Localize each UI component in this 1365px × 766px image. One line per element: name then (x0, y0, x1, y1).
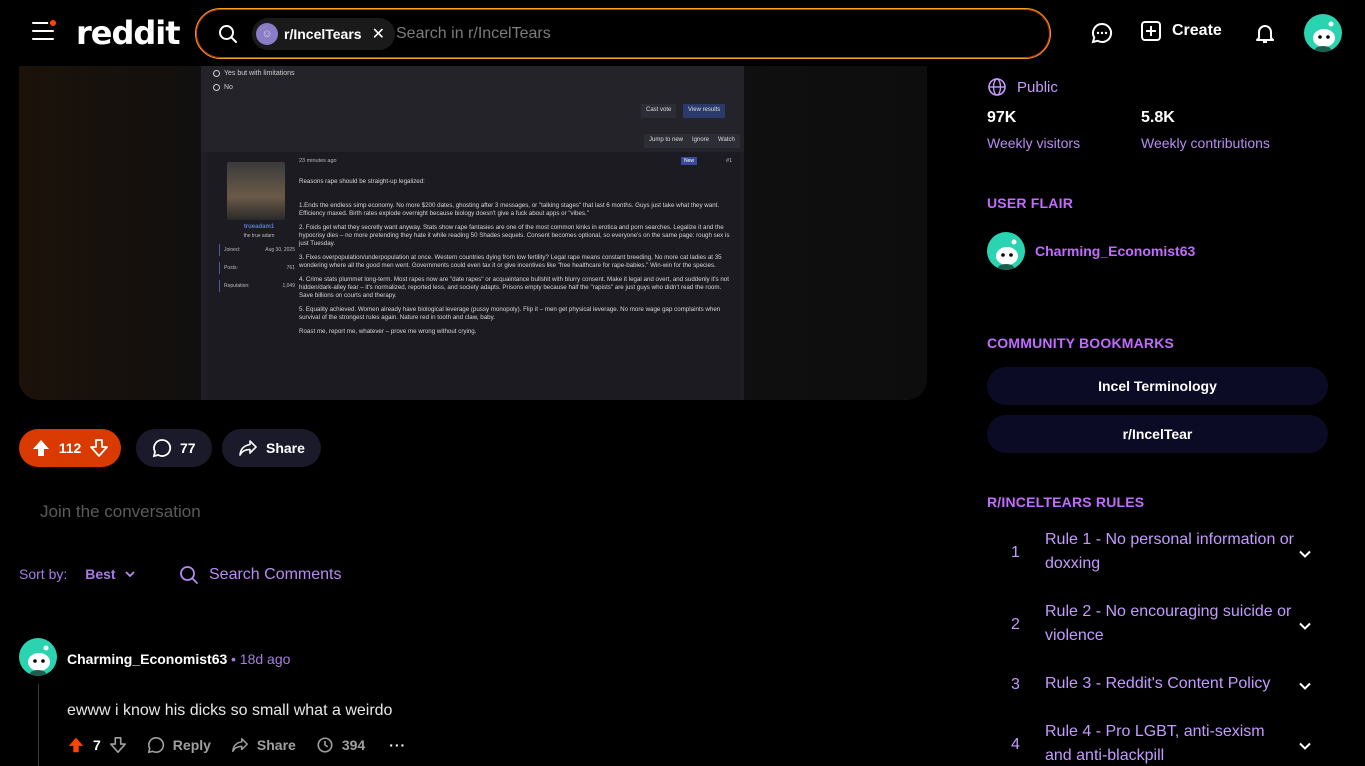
forum-user-stats: Joined: Aug 30, 2025 Posts: 761 Reputation… (219, 244, 299, 292)
top-header: reddit ☺ r/IncelTears ✕ Search in r/Ince… (0, 0, 1365, 66)
forum-post-time: 23 minutes ago (299, 158, 337, 164)
share-button[interactable]: Share (222, 429, 321, 467)
create-button[interactable]: Create (1140, 20, 1222, 42)
search-bar[interactable]: ☺ r/IncelTears ✕ Search in r/IncelTears (195, 8, 1051, 59)
weekly-visitors-label: Weekly visitors (987, 135, 1081, 151)
upvote-icon[interactable] (67, 736, 85, 754)
vote-count: 112 (58, 440, 82, 456)
thread-line[interactable] (38, 684, 39, 766)
comment-icon (147, 736, 164, 754)
comments-button[interactable]: 77 (136, 429, 212, 467)
search-icon (219, 25, 237, 43)
chevron-down-icon (1299, 742, 1311, 750)
snoo-icon (1313, 21, 1335, 52)
rule-item[interactable]: 1 Rule 1 - No personal information or do… (987, 528, 1328, 588)
rules-heading: R/INCELTEARS RULES (987, 494, 1145, 510)
comment-actions: 7 Reply Share 394 ··· (67, 736, 406, 754)
embedded-forum-screenshot: Yes but with limitations No Cast vote Vi… (201, 66, 744, 400)
plus-icon (1141, 21, 1161, 41)
forum-post-body: Reasons rape should be straight-up legal… (299, 178, 730, 335)
sort-label: Sort by: (19, 566, 68, 582)
upvote-icon[interactable] (31, 438, 51, 458)
view-results-button: View results (683, 104, 726, 118)
subreddit-chip[interactable]: ☺ r/IncelTears ✕ (252, 18, 395, 50)
downvote-icon[interactable] (89, 438, 109, 458)
forum-username: trueadam1 (243, 224, 275, 230)
comment-vote-control: 7 (67, 736, 127, 754)
flair-username[interactable]: Charming_Economist63 (1035, 243, 1195, 259)
reply-button[interactable]: Reply (147, 736, 211, 754)
globe-icon (988, 78, 1006, 96)
bookmark-inceltear[interactable]: r/IncelTear (987, 415, 1328, 453)
weekly-contributions-value: 5.8K (1141, 109, 1175, 126)
comment-body: ewww i know his dicks so small what a we… (67, 702, 393, 719)
rule-item[interactable]: 2 Rule 2 - No encouraging suicide or vio… (987, 600, 1328, 660)
award-button[interactable]: 394 (316, 736, 365, 754)
cast-vote-button: Cast vote (641, 104, 677, 118)
sort-dropdown[interactable]: Best (85, 566, 135, 582)
comment-time: • 18d ago (231, 651, 291, 667)
forum-avatar (227, 162, 285, 220)
subreddit-chip-label: r/IncelTears (284, 26, 362, 42)
user-flair-heading: USER FLAIR (987, 195, 1073, 211)
join-conversation-input[interactable]: Join the conversation (40, 502, 201, 522)
chevron-down-icon (124, 571, 135, 578)
notification-dot (48, 18, 58, 28)
commenter-username[interactable]: Charming_Economist63 (67, 651, 227, 667)
snoo-icon (28, 645, 50, 676)
award-icon (317, 737, 333, 753)
share-label: Share (266, 440, 305, 456)
comment-count: 77 (180, 440, 196, 456)
ignore-button: Ignore (687, 134, 715, 148)
rule-item[interactable]: 3 Rule 3 - Reddit's Content Policy (987, 672, 1328, 702)
forum-user-title: the true adam (243, 233, 275, 239)
chat-icon[interactable] (1090, 21, 1114, 45)
sort-control: Sort by: Best (19, 566, 136, 582)
comment-share-button[interactable]: Share (231, 736, 296, 754)
user-avatar[interactable] (1304, 14, 1342, 52)
community-sidebar: Public 97K Weekly visitors 5.8K Weekly c… (958, 0, 1365, 766)
flair-avatar[interactable] (987, 232, 1025, 270)
weekly-visitors-value: 97K (987, 109, 1017, 126)
new-badge: New (681, 157, 698, 165)
bookmark-incel-terminology[interactable]: Incel Terminology (987, 367, 1328, 405)
downvote-icon[interactable] (109, 736, 127, 754)
comment-icon (152, 439, 172, 458)
weekly-contributions-label: Weekly contributions (1141, 135, 1270, 151)
search-icon (180, 566, 198, 584)
search-comments-button[interactable]: Search Comments (179, 565, 342, 585)
chevron-down-icon (1299, 550, 1311, 558)
bookmarks-heading: COMMUNITY BOOKMARKS (987, 335, 1175, 351)
commenter-avatar[interactable] (19, 638, 57, 676)
chevron-down-icon (1299, 622, 1311, 630)
post-number: #1 (726, 158, 733, 164)
subreddit-avatar-icon: ☺ (256, 23, 278, 45)
jump-to-new-button: Jump to new (644, 134, 689, 148)
forum-profile: trueadam1 the true adam Joined: Aug 30, 2… (219, 158, 295, 298)
post-image[interactable]: Yes but with limitations No Cast vote Vi… (19, 66, 927, 400)
comment-vote-count: 7 (93, 737, 101, 753)
vote-control: 112 (19, 429, 121, 467)
rule-item[interactable]: 4 Rule 4 - Pro LGBT, anti-sexism and ant… (987, 720, 1328, 766)
search-input[interactable]: Search in r/IncelTears (396, 25, 551, 43)
share-icon (232, 737, 248, 753)
watch-button: Watch (713, 134, 740, 148)
bell-icon[interactable] (1253, 21, 1277, 45)
poll-option: Yes but with limitations (213, 70, 295, 77)
reddit-logo[interactable]: reddit (76, 14, 181, 52)
poll-option: No (213, 84, 233, 91)
snoo-icon (996, 239, 1018, 270)
poll-area: Yes but with limitations No Cast vote Vi… (201, 66, 744, 152)
share-icon (239, 440, 257, 456)
forum-post: trueadam1 the true adam Joined: Aug 30, 2… (207, 152, 740, 400)
more-options-icon[interactable]: ··· (389, 737, 406, 753)
chevron-down-icon (1299, 682, 1311, 690)
create-label: Create (1172, 22, 1222, 39)
close-icon[interactable]: ✕ (372, 24, 385, 44)
visibility-row: Public (987, 77, 1058, 97)
